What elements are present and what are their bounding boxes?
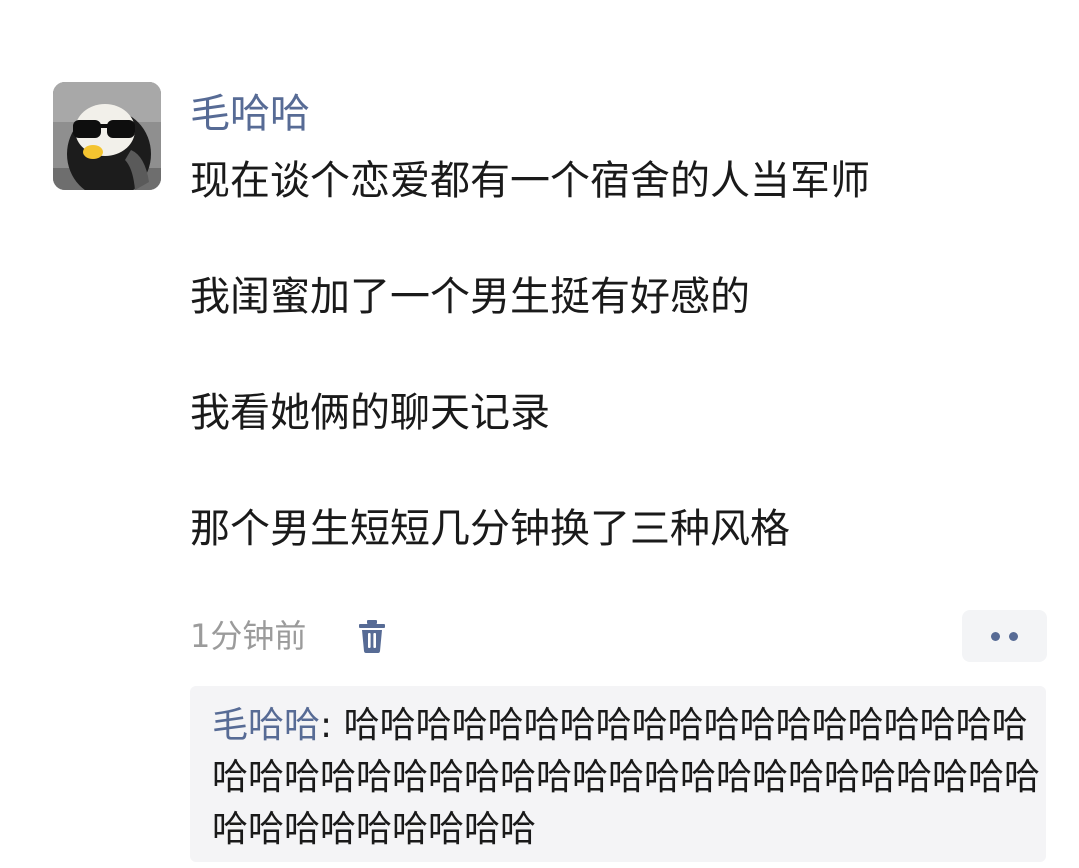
trash-icon bbox=[359, 620, 385, 653]
post-timestamp: 1分钟前 bbox=[190, 617, 307, 655]
comment-separator: : bbox=[320, 705, 344, 746]
more-dots-icon bbox=[1009, 632, 1018, 641]
comment-section: 毛哈哈: 哈哈哈哈哈哈哈哈哈哈哈哈哈哈哈哈哈哈哈哈哈哈哈哈哈哈哈哈哈哈哈哈哈哈哈… bbox=[190, 686, 1046, 862]
more-dots-icon bbox=[991, 632, 1000, 641]
penguin-avatar-image bbox=[53, 82, 161, 190]
comment-item: 毛哈哈: 哈哈哈哈哈哈哈哈哈哈哈哈哈哈哈哈哈哈哈哈哈哈哈哈哈哈哈哈哈哈哈哈哈哈哈… bbox=[212, 700, 1042, 856]
moments-post: 毛哈哈 现在谈个恋爱都有一个宿舍的人当军师 我闺蜜加了一个男生挺有好感的 我看她… bbox=[0, 0, 1079, 868]
post-author-name[interactable]: 毛哈哈 bbox=[190, 88, 310, 140]
avatar[interactable] bbox=[53, 82, 161, 190]
post-text-line: 我闺蜜加了一个男生挺有好感的 bbox=[190, 274, 750, 320]
more-actions-button[interactable] bbox=[962, 610, 1047, 662]
delete-button[interactable] bbox=[356, 618, 388, 654]
comment-author-name[interactable]: 毛哈哈 bbox=[212, 705, 320, 746]
post-text-line: 现在谈个恋爱都有一个宿舍的人当军师 bbox=[190, 158, 870, 204]
post-text-line: 那个男生短短几分钟换了三种风格 bbox=[190, 506, 790, 552]
post-text-line: 我看她俩的聊天记录 bbox=[190, 390, 550, 436]
